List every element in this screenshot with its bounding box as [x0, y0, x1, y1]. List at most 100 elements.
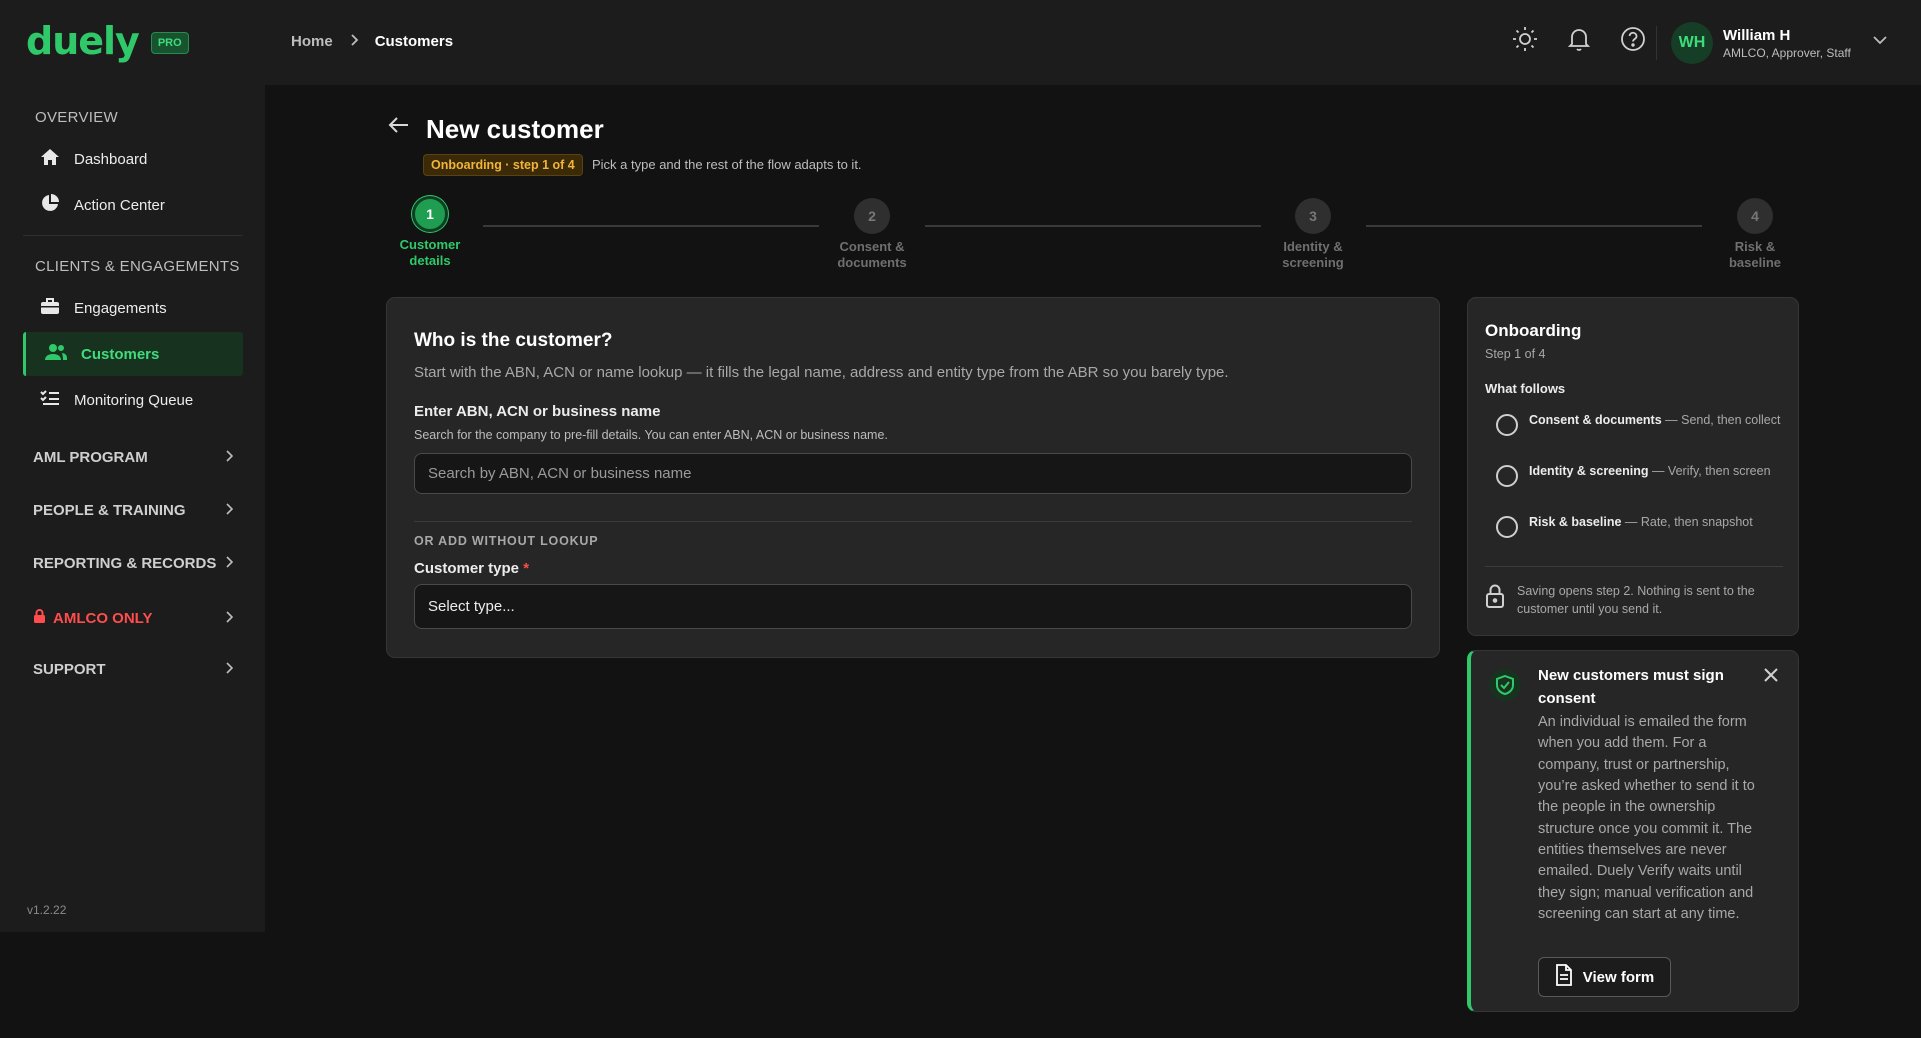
page-subtitle: Pick a type and the rest of the flow ada…: [592, 157, 862, 172]
arrow-left-icon[interactable]: [388, 115, 410, 140]
sidebar-group-people-training[interactable]: PEOPLE & TRAINING: [33, 502, 234, 519]
chevron-down-icon[interactable]: [1873, 32, 1887, 50]
stepper-connector: [483, 225, 819, 227]
sidebar-group-label: SUPPORT: [33, 661, 106, 678]
form-description: Start with the ABN, ACN or name lookup —…: [414, 364, 1229, 381]
sidebar-item-label: Customers: [81, 345, 160, 363]
breadcrumb: Home Customers: [291, 33, 453, 50]
lookup-label: Enter ABN, ACN or business name: [414, 403, 661, 420]
avatar: WH: [1671, 22, 1713, 64]
sidebar-group-label: AMLCO ONLY: [53, 609, 153, 627]
lock-icon: [1485, 583, 1505, 618]
step-consent-documents[interactable]: 2 Consent & documents: [822, 198, 922, 272]
sidebar-item-customers[interactable]: Customers: [23, 332, 243, 376]
or-add-without-lookup-label: OR ADD WITHOUT LOOKUP: [414, 534, 599, 548]
list-item: Risk & baseline — Rate, then snapshot: [1496, 514, 1786, 538]
breadcrumb-home-link[interactable]: Home: [291, 33, 333, 50]
step-number: 1: [412, 196, 448, 232]
step-label: Risk & baseline: [1728, 239, 1782, 271]
save-note-text: Saving opens step 2. Nothing is sent to …: [1517, 584, 1755, 616]
sidebar-item-label: Monitoring Queue: [74, 391, 194, 409]
sidebar-item-engagements[interactable]: Engagements: [23, 286, 243, 330]
chevron-right-icon: [349, 33, 359, 50]
users-icon: [45, 342, 67, 366]
chevron-right-icon: [225, 610, 234, 627]
panel-title: Onboarding: [1485, 321, 1582, 340]
divider: [23, 235, 243, 236]
customer-type-label: Customer type *: [414, 560, 530, 577]
logo-text: duely: [26, 19, 140, 63]
divider: [414, 521, 1412, 522]
pie-chart-icon: [40, 193, 60, 217]
sidebar-item-action-center[interactable]: Action Center: [23, 183, 243, 227]
save-note: Saving opens step 2. Nothing is sent to …: [1485, 583, 1785, 618]
breadcrumb-current: Customers: [374, 33, 454, 50]
customer-form-card: Who is the customer? Start with the ABN,…: [386, 297, 1440, 658]
user-role: AMLCO, Approver, Staff: [1723, 45, 1851, 60]
circle-icon: [1496, 465, 1518, 487]
sun-icon[interactable]: [1510, 24, 1540, 54]
divider: [1656, 26, 1657, 60]
sidebar-group-support[interactable]: SUPPORT: [33, 661, 234, 678]
close-icon[interactable]: [1763, 667, 1779, 688]
panel-step: Step 1 of 4: [1485, 347, 1546, 361]
section-title-clients: CLIENTS & ENGAGEMENTS: [35, 258, 240, 275]
status-badge: Onboarding · step 1 of 4: [423, 154, 583, 176]
step-customer-details[interactable]: 1 Customer details: [380, 196, 480, 270]
stepper-connector: [1366, 225, 1702, 227]
section-title-overview: OVERVIEW: [35, 109, 118, 126]
page-title: New customer: [426, 114, 604, 144]
lock-icon: [33, 608, 46, 628]
user-menu[interactable]: WH William H AMLCO, Approver, Staff: [1671, 22, 1851, 64]
step-label: Customer details: [399, 237, 461, 269]
step-number: 3: [1295, 198, 1331, 234]
sidebar-item-label: Action Center: [74, 196, 165, 214]
sidebar-group-aml-program[interactable]: AML PROGRAM: [33, 449, 234, 466]
sidebar-group-label: AML PROGRAM: [33, 449, 148, 466]
chevron-right-icon: [225, 555, 234, 572]
form-title: Who is the customer?: [414, 330, 613, 351]
customer-type-select[interactable]: Select type...: [414, 584, 1412, 629]
pro-badge: PRO: [150, 32, 189, 54]
sidebar-group-label: REPORTING & RECORDS: [33, 555, 217, 572]
help-icon[interactable]: [1618, 24, 1648, 54]
sidebar-group-amlco-only[interactable]: AMLCO ONLY: [33, 608, 234, 628]
sidebar-item-monitoring-queue[interactable]: Monitoring Queue: [23, 378, 243, 422]
abn-search-input[interactable]: Search by ABN, ACN or business name: [414, 453, 1412, 494]
list-item: Consent & documents — Send, then collect: [1496, 412, 1786, 436]
lookup-help-text: Search for the company to pre-fill detai…: [414, 428, 888, 442]
sidebar-group-label-wrap: AMLCO ONLY: [33, 608, 152, 628]
top-actions: [1510, 24, 1648, 54]
step-number: 4: [1737, 198, 1773, 234]
home-icon: [40, 147, 60, 171]
sidebar-item-label: Dashboard: [74, 150, 148, 168]
bell-icon[interactable]: [1564, 24, 1594, 54]
alert-title: New customers must sign consent: [1538, 667, 1724, 707]
top-bar: duely PRO Home Customers WH William H AM…: [0, 0, 1921, 85]
version-label: v1.2.22: [27, 903, 67, 917]
step-risk-baseline[interactable]: 4 Risk & baseline: [1705, 198, 1805, 272]
alert-body: An individual is emailed the form when y…: [1538, 714, 1755, 922]
sidebar-group-label: PEOPLE & TRAINING: [33, 502, 186, 519]
required-marker: *: [523, 560, 530, 577]
step-identity-screening[interactable]: 3 Identity & screening: [1263, 198, 1363, 272]
sidebar-item-label: Engagements: [74, 299, 167, 317]
list-item: Identity & screening — Verify, then scre…: [1496, 463, 1786, 487]
sidebar-item-dashboard[interactable]: Dashboard: [23, 137, 243, 181]
circle-icon: [1496, 516, 1518, 538]
logo[interactable]: duely PRO: [26, 22, 189, 60]
user-name: William H: [1723, 26, 1791, 44]
divider: [1485, 566, 1783, 567]
sidebar-group-reporting-records[interactable]: REPORTING & RECORDS: [33, 555, 234, 572]
what-follows-title: What follows: [1485, 381, 1566, 396]
step-label: Consent & documents: [837, 239, 907, 271]
shield-check-icon: [1489, 669, 1521, 701]
circle-icon: [1496, 414, 1518, 436]
view-form-label: View form: [1582, 968, 1655, 986]
onboarding-panel: Onboarding Step 1 of 4 What follows Cons…: [1467, 297, 1799, 636]
view-form-button[interactable]: View form: [1538, 957, 1671, 997]
chevron-right-icon: [225, 449, 234, 466]
list-check-icon: [40, 388, 60, 412]
step-label: Identity & screening: [1282, 239, 1344, 271]
sidebar: OVERVIEW Dashboard Action Center CLIENTS…: [0, 85, 265, 932]
